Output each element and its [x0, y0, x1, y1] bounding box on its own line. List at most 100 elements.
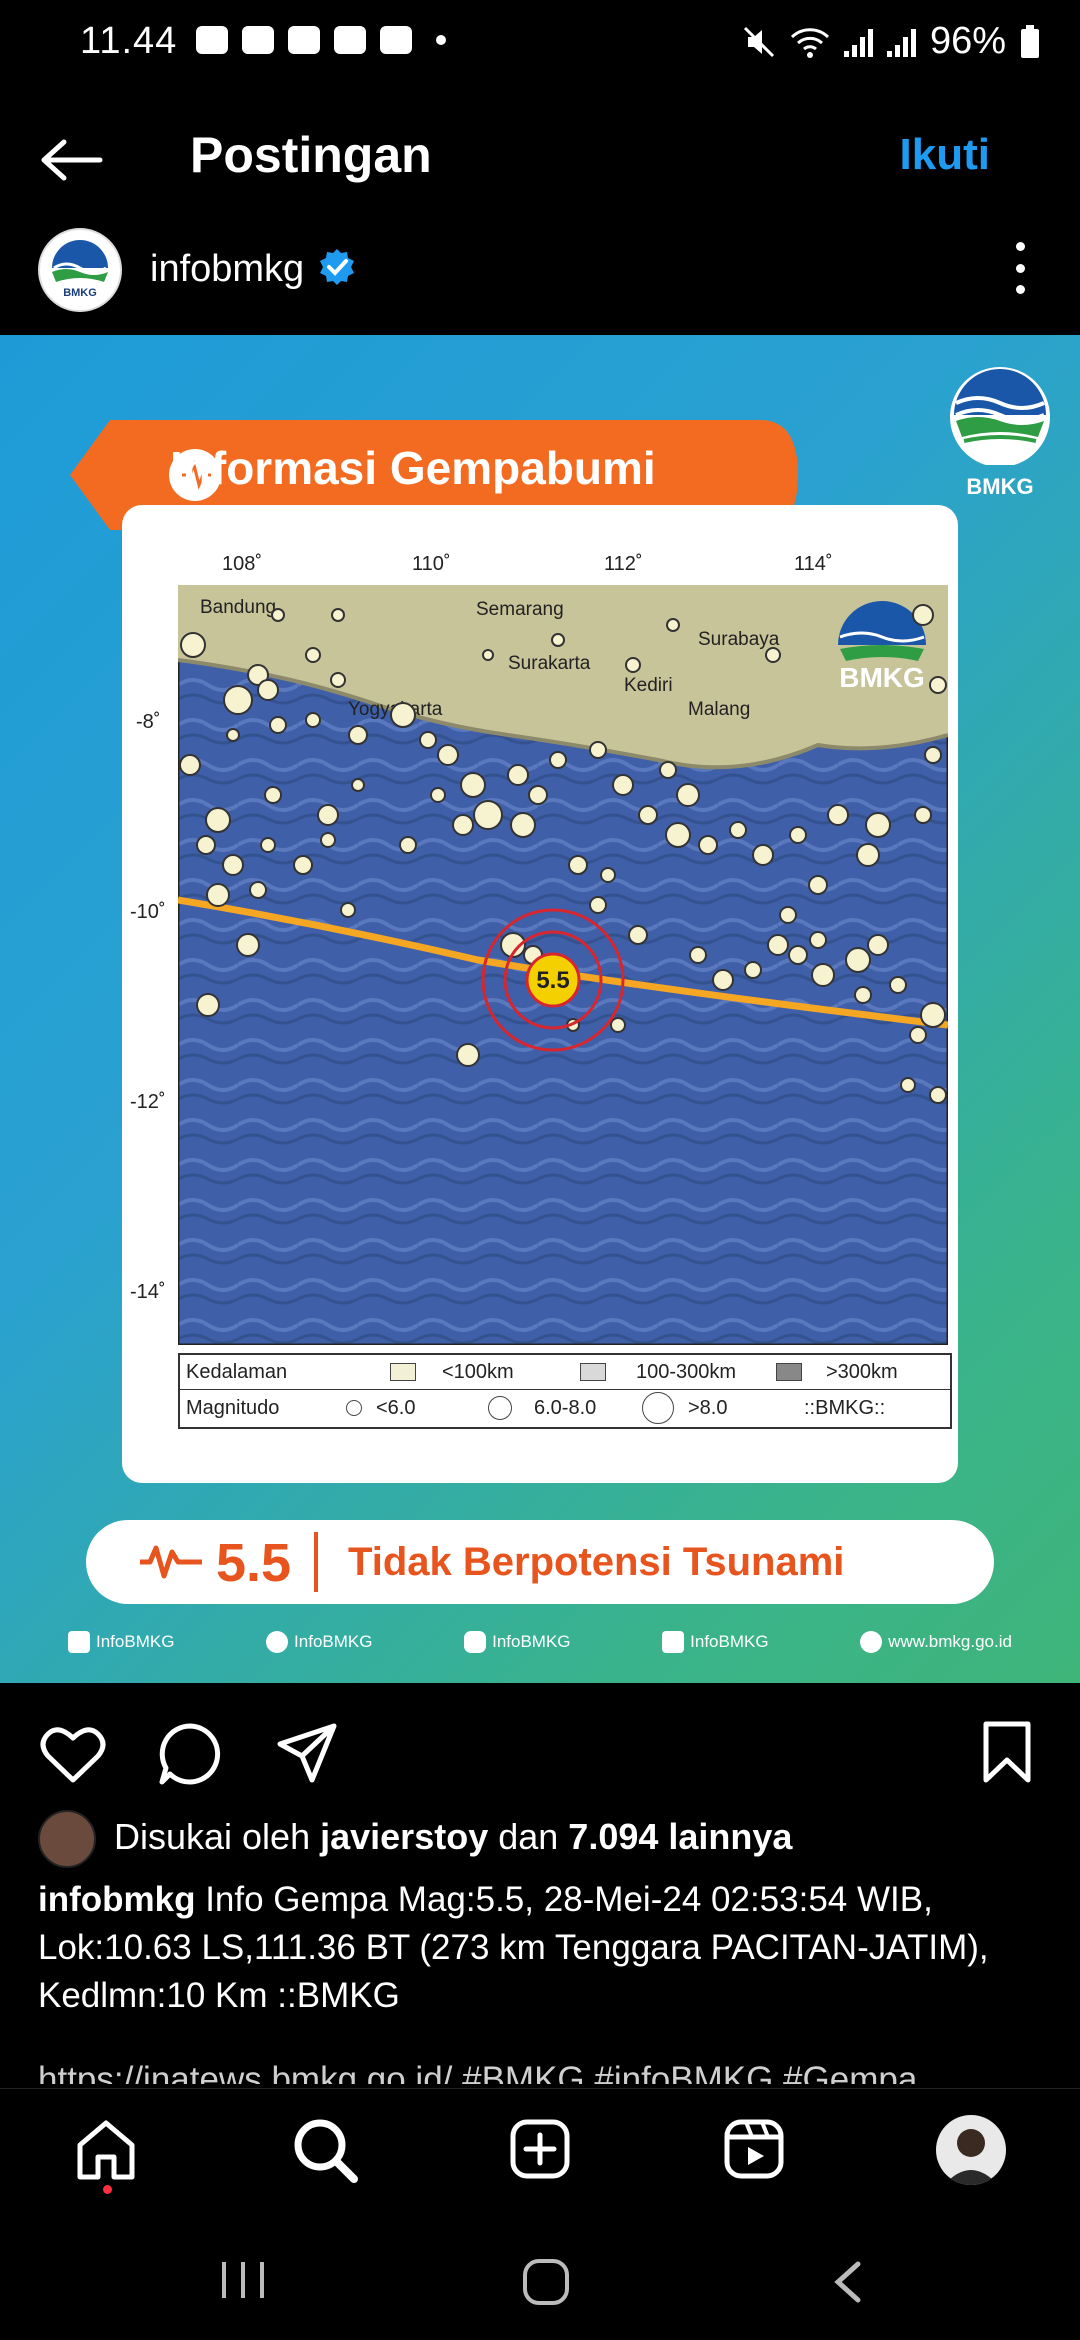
earthquake-map: Bandung Semarang Surakarta Surabaya Yogy… — [178, 585, 948, 1345]
author-avatar[interactable]: BMKG — [38, 228, 122, 312]
legend-swatch — [580, 1363, 606, 1381]
y-tick-label: -12˚ — [130, 1091, 166, 1113]
caption-username[interactable]: infobmkg — [38, 1880, 195, 1919]
wifi-icon — [790, 27, 829, 58]
notification-dot — [103, 2185, 112, 2194]
bmkg-brand-logo: BMKG — [944, 365, 1056, 499]
system-indicators: 96% — [742, 20, 1040, 63]
game-controller-icon — [380, 26, 412, 54]
place-label: Bandung — [200, 597, 276, 618]
banner-title: Informasi Gempabumi — [170, 442, 656, 494]
place-label: Malang — [688, 699, 750, 720]
epicenter-marker: 5.5 — [481, 908, 625, 1052]
recent-apps-icon[interactable] — [218, 2260, 268, 2300]
globe-icon — [860, 1631, 883, 1653]
clock: 11.44 — [80, 20, 178, 62]
legend-item: 6.0-8.0 — [534, 1396, 597, 1419]
magnitude-value: 5.5 — [216, 1533, 292, 1593]
legend-swatch — [776, 1363, 802, 1381]
legend-item: <6.0 — [376, 1396, 416, 1419]
home-icon[interactable] — [74, 2119, 138, 2181]
x-tick-label: 114˚ — [794, 553, 833, 575]
mute-icon — [743, 26, 774, 57]
follow-button[interactable]: Ikuti — [900, 130, 990, 180]
create-post-icon[interactable] — [510, 2119, 570, 2179]
post-actions — [0, 1712, 1080, 1792]
post-header: Postingan Ikuti — [0, 120, 1080, 200]
y-tick-label: -14˚ — [130, 1281, 166, 1303]
legend-magnitude-label: Magnitudo — [186, 1396, 280, 1419]
legend-swatch — [488, 1396, 512, 1420]
legend-item: >300km — [826, 1360, 898, 1383]
youtube-icon — [662, 1631, 685, 1653]
game-controller-icon — [242, 26, 274, 54]
game-controller-icon — [288, 26, 320, 54]
youtube-link: InfoBMKG — [662, 1631, 769, 1653]
x-tick-label: 110˚ — [412, 553, 451, 575]
place-label: Surabaya — [698, 629, 780, 650]
post-author-row: BMKG infobmkg — [0, 228, 1080, 332]
heart-icon[interactable] — [40, 1724, 106, 1784]
more-notifications-icon — [436, 35, 446, 45]
map-logo-text: BMKG — [839, 662, 925, 693]
twitter-link: InfoBMKG — [266, 1631, 372, 1653]
legend-swatch — [346, 1400, 362, 1416]
post-image[interactable]: Informasi Gempabumi BMKG 108˚ 110˚ 112˚ … — [0, 335, 1080, 1683]
author-username[interactable]: infobmkg — [150, 248, 304, 291]
system-navigation — [0, 2218, 1080, 2340]
instagram-icon — [464, 1631, 487, 1653]
reels-icon[interactable] — [724, 2119, 784, 2179]
back-button-icon[interactable] — [830, 2260, 866, 2304]
message-icon — [196, 26, 228, 54]
legend-item: <100km — [442, 1360, 514, 1383]
legend-depth-label: Kedalaman — [186, 1360, 288, 1383]
likes-row[interactable]: Disukai oleh javierstoy dan 7.094 lainny… — [38, 1810, 1048, 1870]
place-label: Kediri — [624, 675, 673, 696]
y-tick-label: -8˚ — [136, 711, 161, 733]
facebook-icon — [68, 1631, 90, 1653]
profile-avatar[interactable] — [936, 2115, 1006, 2185]
search-icon[interactable] — [292, 2117, 358, 2183]
comment-icon[interactable] — [158, 1722, 222, 1786]
caption-link-line[interactable]: https://inatews.bmkg.go.id/ #BMKG #infoB… — [38, 2060, 1048, 2084]
website-link: www.bmkg.go.id — [860, 1631, 1012, 1653]
verified-badge-icon — [320, 249, 354, 285]
signal-icon — [886, 27, 916, 57]
battery-percent: 96% — [929, 20, 1006, 62]
legend-credit: ::BMKG:: — [804, 1396, 886, 1419]
back-arrow-icon[interactable] — [40, 138, 104, 182]
bmkg-logo-icon — [950, 367, 1050, 467]
signal-icon — [843, 27, 873, 57]
user-avatar-icon — [944, 2129, 998, 2185]
epicenter-magnitude: 5.5 — [536, 967, 569, 994]
home-button-icon[interactable] — [522, 2258, 570, 2306]
place-label: Surakarta — [508, 653, 591, 674]
more-options-icon[interactable] — [1012, 242, 1028, 294]
share-icon[interactable] — [276, 1722, 338, 1784]
seismograph-icon — [140, 1545, 202, 1579]
x-tick-label: 112˚ — [604, 553, 643, 575]
liker-avatar — [38, 1810, 96, 1868]
facebook-link: InfoBMKG — [68, 1631, 174, 1653]
place-label: Semarang — [476, 599, 564, 620]
map-legend: Kedalaman <100km 100-300km >300km Magnit… — [178, 1353, 952, 1429]
y-tick-label: -10˚ — [130, 901, 166, 923]
magnitude-pill: 5.5 Tidak Berpotensi Tsunami — [86, 1520, 994, 1604]
bmkg-logo-text: BMKG — [966, 474, 1034, 499]
x-tick-label: 108˚ — [222, 553, 263, 575]
notification-icons — [196, 26, 446, 54]
likes-text: Disukai oleh javierstoy dan 7.094 lainny… — [114, 1816, 793, 1857]
social-links: InfoBMKG InfoBMKG InfoBMKG InfoBMKG www.… — [68, 1631, 1012, 1653]
legend-item: >8.0 — [688, 1396, 728, 1419]
page-title: Postingan — [190, 127, 432, 183]
legend-swatch — [390, 1363, 416, 1381]
legend-swatch — [642, 1392, 674, 1424]
avatar-text: BMKG — [63, 287, 97, 299]
twitter-icon — [266, 1631, 289, 1653]
bookmark-icon[interactable] — [982, 1720, 1032, 1784]
status-bar: 11.44 96% — [0, 0, 1080, 84]
post-caption: infobmkg Info Gempa Mag:5.5, 28-Mei-24 0… — [38, 1876, 1048, 2020]
legend-item: 100-300km — [636, 1360, 737, 1383]
tsunami-status: Tidak Berpotensi Tsunami — [348, 1540, 845, 1584]
bmkg-logo-icon: BMKG — [52, 240, 108, 299]
